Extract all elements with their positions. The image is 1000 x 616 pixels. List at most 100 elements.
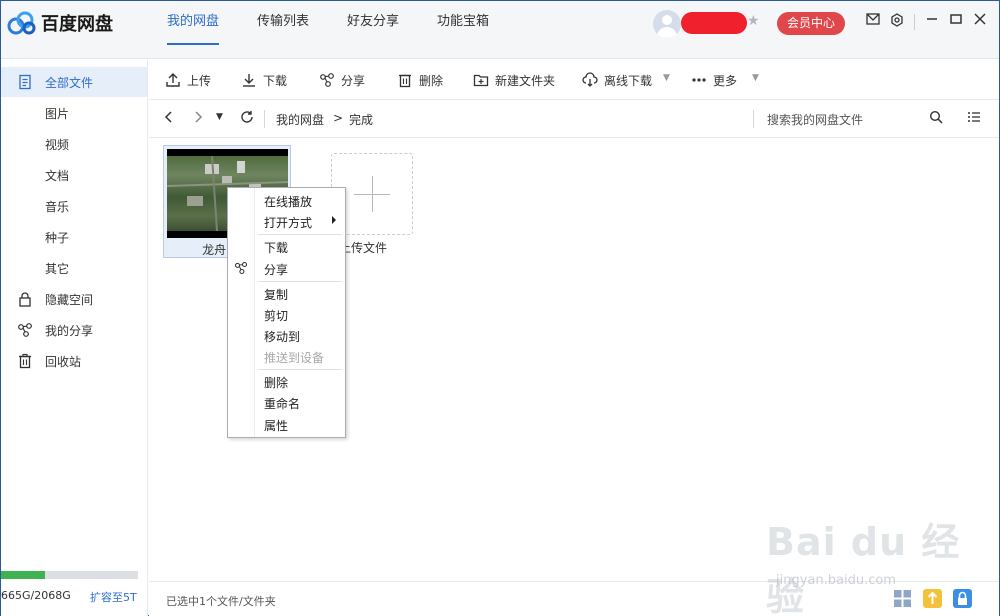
breadcrumb-separator: > [333, 111, 344, 125]
sidebar-item-hidden-space[interactable]: 隐藏空间 [1, 284, 147, 314]
sidebar-item-torrents[interactable]: 种子 [1, 222, 147, 252]
upload-button[interactable]: 上传 [165, 60, 211, 100]
more-button[interactable]: 更多 [691, 60, 737, 100]
sidebar-item-label: 隐藏空间 [45, 292, 94, 307]
path-bar: ▼ 我的网盘 > 完成 搜索我的网盘文件 [149, 100, 999, 138]
sidebar-item-label: 我的分享 [45, 323, 94, 338]
refresh-icon[interactable] [240, 110, 254, 128]
sidebar-item-my-shares[interactable]: 我的分享 [1, 315, 147, 345]
history-dropdown-icon[interactable]: ▼ [216, 112, 223, 122]
menu-separator [258, 234, 342, 235]
menu-separator [258, 281, 342, 282]
menu-item-share[interactable]: 分享 [264, 261, 288, 278]
sidebar-item-documents[interactable]: 文档 [1, 160, 147, 190]
breadcrumb-root[interactable]: 我的网盘 [276, 111, 324, 128]
tab-my-netdisk[interactable]: 我的网盘 [167, 1, 220, 59]
menu-separator [258, 369, 342, 370]
maximize-icon[interactable] [947, 13, 965, 31]
trash-icon [19, 353, 31, 369]
sidebar-item-label: 全部文件 [45, 75, 94, 90]
search-input[interactable]: 搜索我的网盘文件 [767, 111, 863, 128]
menu-item-delete[interactable]: 删除 [264, 374, 288, 391]
sidebar-item-label: 文档 [45, 168, 70, 183]
storage-quota-bar [1, 571, 138, 579]
tab-toolbox[interactable]: 功能宝箱 [437, 1, 489, 59]
file-toolbar: 上传 下载 分享 删除 新建文件夹 离线下载 ▼ 更多 ▼ [149, 60, 999, 100]
list-view-icon[interactable] [967, 110, 981, 128]
sidebar-item-videos[interactable]: 视频 [1, 129, 147, 159]
menu-item-rename[interactable]: 重命名 [264, 395, 300, 412]
menu-item-properties[interactable]: 属性 [264, 417, 288, 434]
download-button[interactable]: 下载 [241, 60, 287, 100]
breadcrumb-current[interactable]: 完成 [349, 111, 373, 128]
context-menu-icon-gutter [228, 188, 255, 437]
menu-item-cut[interactable]: 剪切 [264, 307, 288, 324]
share-label: 分享 [341, 73, 366, 88]
new-folder-icon [473, 74, 489, 87]
context-menu: 在线播放 打开方式 下载 分享 复制 剪切 移动到 推送到设备 删除 重命名 属… [227, 187, 346, 438]
new-folder-label: 新建文件夹 [495, 73, 556, 88]
upload-file-label: 上传文件 [339, 241, 388, 255]
offline-download-label: 离线下载 [604, 73, 653, 88]
menu-item-play-online[interactable]: 在线播放 [264, 193, 312, 210]
delete-button[interactable]: 删除 [397, 60, 443, 100]
selection-status: 已选中1个文件/文件夹 [166, 595, 276, 608]
mail-icon[interactable] [864, 13, 882, 31]
minimize-icon[interactable] [923, 13, 941, 31]
watermark-url: jingyan.baidu.com [776, 573, 896, 588]
menu-item-copy[interactable]: 复制 [264, 286, 288, 303]
tab-transfer-list[interactable]: 传输列表 [257, 1, 309, 59]
menu-item-move-to[interactable]: 移动到 [264, 328, 300, 345]
search-icon[interactable] [929, 110, 943, 128]
sidebar-item-images[interactable]: 图片 [1, 98, 147, 128]
download-label: 下载 [263, 73, 288, 88]
offline-download-dropdown-icon[interactable]: ▼ [663, 73, 670, 83]
watermark-main: Bai du 经验 [766, 520, 961, 616]
share-icon [320, 73, 334, 87]
submenu-arrow-icon [332, 216, 336, 224]
share-icon [234, 261, 248, 275]
sidebar-item-label: 回收站 [45, 354, 82, 369]
app-window: 百度网盘 我的网盘 传输列表 好友分享 功能宝箱 ★ 会员中心 全部文件 图片 … [0, 0, 1000, 616]
sidebar-item-label: 图片 [45, 106, 70, 121]
file-list-icon [19, 74, 31, 90]
sidebar-item-recycle-bin[interactable]: 回收站 [1, 346, 147, 376]
divider [914, 14, 915, 30]
back-arrow-icon[interactable] [163, 110, 175, 128]
delete-label: 删除 [419, 73, 444, 88]
upgrade-storage-link[interactable]: 扩容至5T [90, 589, 137, 605]
more-label: 更多 [713, 73, 738, 88]
app-logo: 百度网盘 [7, 10, 113, 36]
divider [264, 110, 265, 128]
menu-item-download[interactable]: 下载 [264, 239, 288, 256]
sidebar-item-label: 音乐 [45, 199, 70, 214]
sidebar: 全部文件 图片 视频 文档 音乐 种子 其它 隐藏空间 我的分享 回收站 665… [1, 60, 148, 616]
divider [753, 110, 754, 128]
tab-friend-share[interactable]: 好友分享 [347, 1, 399, 59]
menu-item-open-with[interactable]: 打开方式 [264, 214, 312, 231]
sidebar-item-all-files[interactable]: 全部文件 [1, 67, 147, 97]
close-icon[interactable] [971, 13, 989, 31]
upload-label: 上传 [187, 73, 212, 88]
trash-icon [399, 74, 411, 88]
share-button[interactable]: 分享 [319, 60, 365, 100]
download-icon [243, 74, 255, 87]
star-icon: ★ [747, 13, 760, 29]
avatar[interactable] [653, 10, 681, 38]
new-folder-button[interactable]: 新建文件夹 [473, 60, 555, 100]
more-dropdown-icon[interactable]: ▼ [752, 73, 759, 83]
share-icon [18, 323, 32, 337]
main-nav: 我的网盘 传输列表 好友分享 功能宝箱 [167, 1, 527, 59]
sidebar-item-other[interactable]: 其它 [1, 253, 147, 283]
username-redacted[interactable] [681, 12, 747, 34]
cloud-download-icon [582, 72, 598, 87]
sidebar-item-label: 其它 [45, 261, 70, 276]
settings-gear-icon[interactable] [888, 13, 906, 31]
offline-download-button[interactable]: 离线下载 [582, 60, 652, 100]
vip-center-button[interactable]: 会员中心 [777, 12, 845, 35]
forward-arrow-icon[interactable] [192, 110, 204, 128]
sidebar-item-music[interactable]: 音乐 [1, 191, 147, 221]
cloud-logo-icon [7, 11, 36, 35]
sidebar-item-label: 种子 [45, 230, 70, 245]
upload-icon [166, 73, 180, 87]
